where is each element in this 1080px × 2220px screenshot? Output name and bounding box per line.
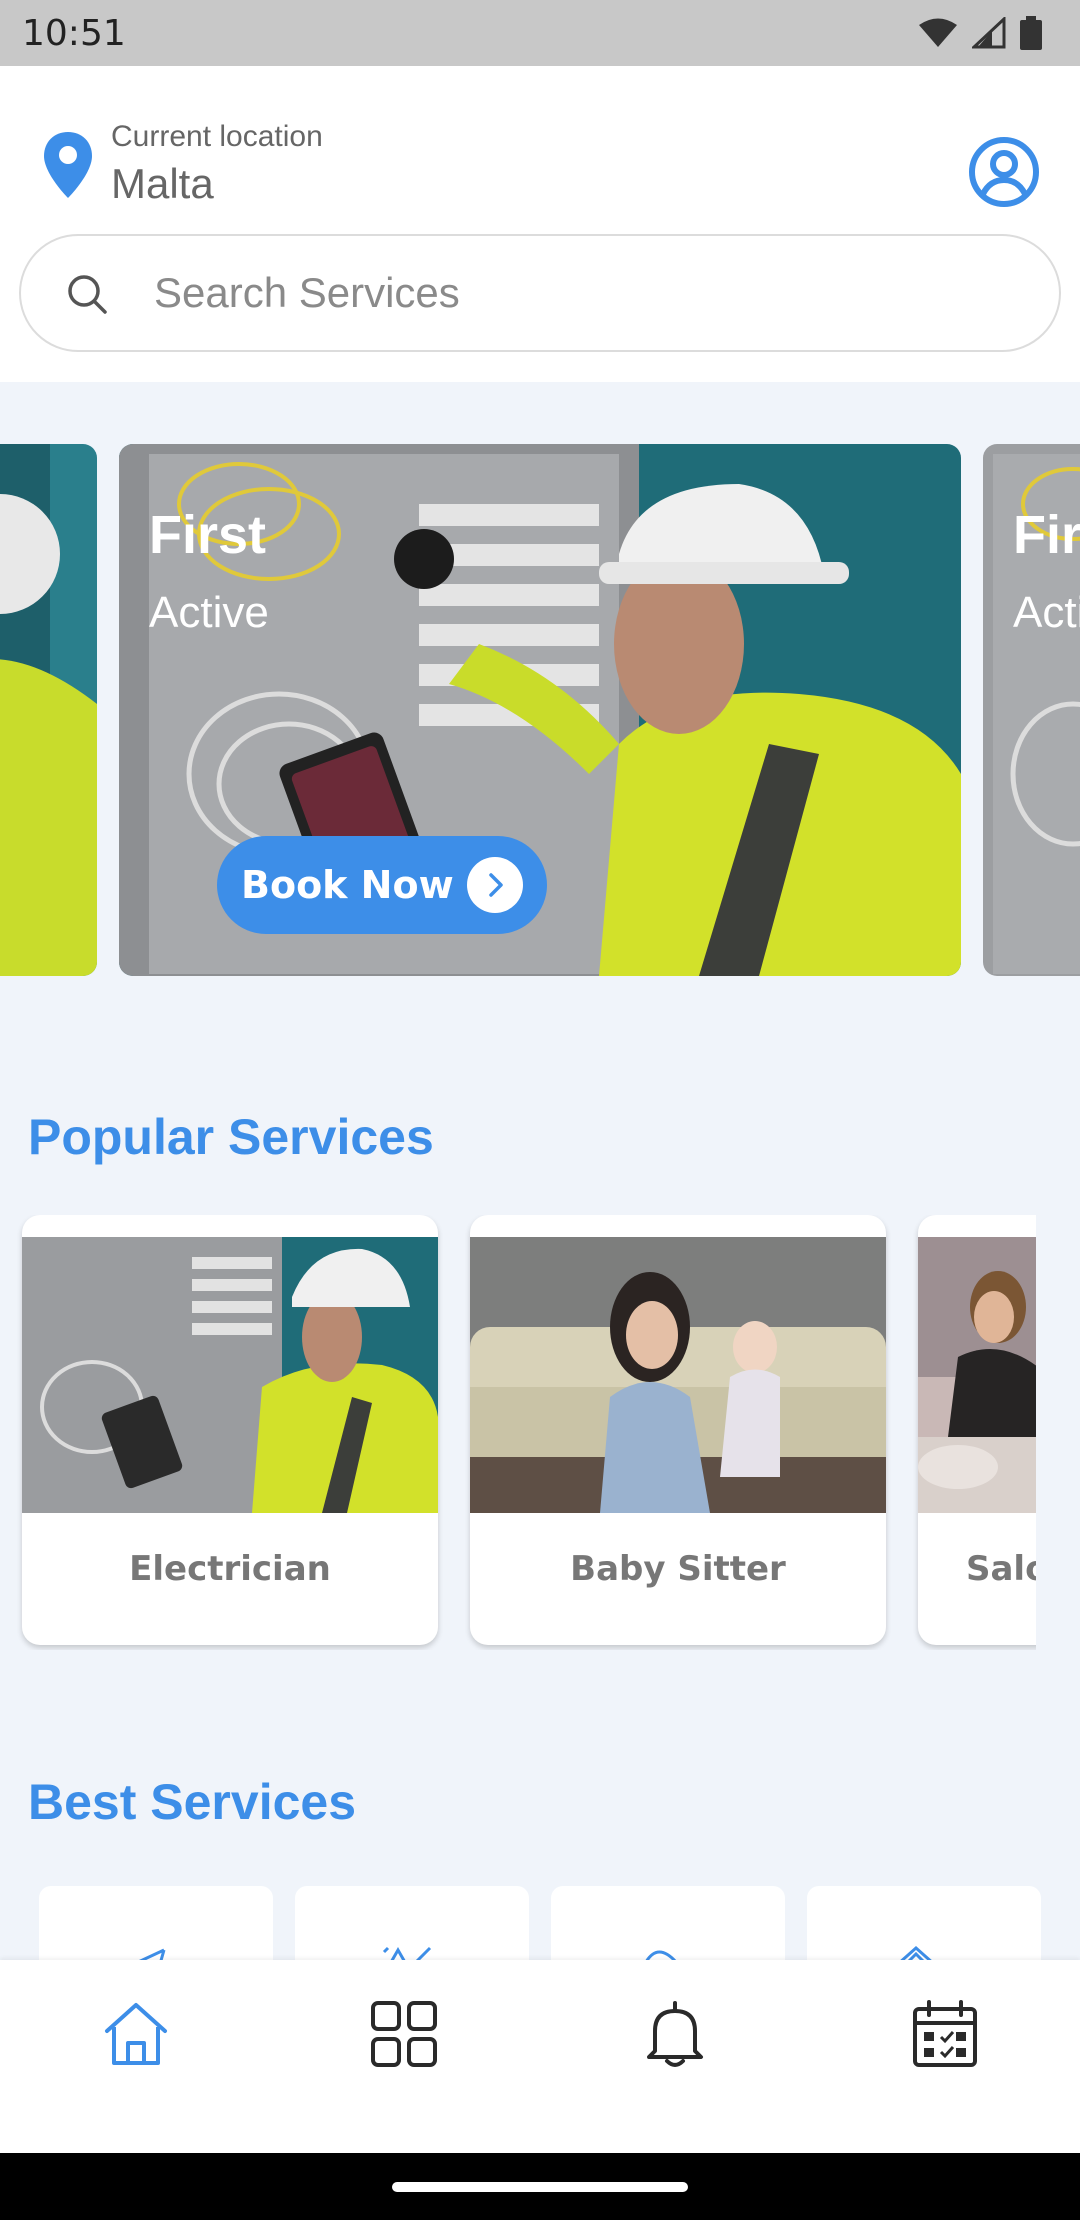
banner-title: First	[1013, 505, 1080, 565]
status-bar: 10:51	[0, 0, 1080, 66]
nav-bookings[interactable]	[905, 1994, 985, 2074]
banner-subtitle: Active	[149, 588, 269, 637]
location-value[interactable]: Malta	[111, 160, 214, 208]
home-icon	[105, 2003, 167, 2065]
nav-home[interactable]	[96, 1994, 176, 2074]
header: Current location Malta	[0, 66, 1080, 382]
service-photo	[22, 1237, 438, 1513]
service-card-label: Electrician	[129, 1549, 331, 1589]
popular-services-title: Popular Services	[28, 1109, 434, 1165]
chevron-right-icon	[467, 857, 523, 913]
home-gesture-handle[interactable]	[392, 2182, 688, 2192]
service-card-electrician[interactable]: Electrician	[22, 1215, 438, 1645]
search-icon	[68, 275, 107, 314]
service-photo	[918, 1237, 1036, 1513]
nav-notifications[interactable]	[635, 1994, 715, 2074]
search-input[interactable]	[154, 236, 1014, 350]
banner-slide-next[interactable]: First Active	[983, 444, 1080, 976]
status-icons	[918, 16, 1042, 50]
service-card-baby-sitter[interactable]: Baby Sitter	[470, 1215, 886, 1645]
service-card-salon[interactable]: Salon	[918, 1215, 1036, 1645]
service-card-label: Salon	[966, 1549, 1036, 1589]
bottom-navigation	[0, 1960, 1080, 2153]
profile-avatar-icon[interactable]	[968, 136, 1040, 208]
status-time: 10:51	[22, 12, 126, 54]
banner-photo	[0, 444, 97, 976]
best-services-title: Best Services	[28, 1774, 357, 1830]
system-gesture-bar	[0, 2153, 1080, 2220]
nav-categories[interactable]	[364, 1994, 444, 2074]
book-now-button[interactable]: Book Now	[217, 836, 547, 934]
signal-icon	[972, 17, 1006, 49]
wifi-icon	[919, 18, 957, 47]
banner-slide-current[interactable]: First Active Book Now	[119, 444, 961, 976]
battery-icon	[1020, 16, 1042, 50]
service-photo	[470, 1237, 886, 1513]
calendar-icon	[913, 2000, 977, 2067]
service-card-label: Baby Sitter	[570, 1549, 786, 1589]
banner-slide-previous[interactable]: First Active	[0, 444, 97, 976]
search-bar[interactable]	[19, 234, 1061, 352]
popular-services-list: Electrician Baby Sitter Salon	[0, 1215, 1036, 1650]
book-now-label: Book Now	[241, 863, 454, 907]
bell-icon	[647, 2001, 703, 2067]
location-caption: Current location	[111, 120, 323, 153]
banner-subtitle: Active	[1013, 588, 1080, 637]
grid-icon	[371, 2001, 437, 2067]
banner-title: First	[149, 505, 267, 565]
location-pin-icon[interactable]	[42, 130, 94, 200]
